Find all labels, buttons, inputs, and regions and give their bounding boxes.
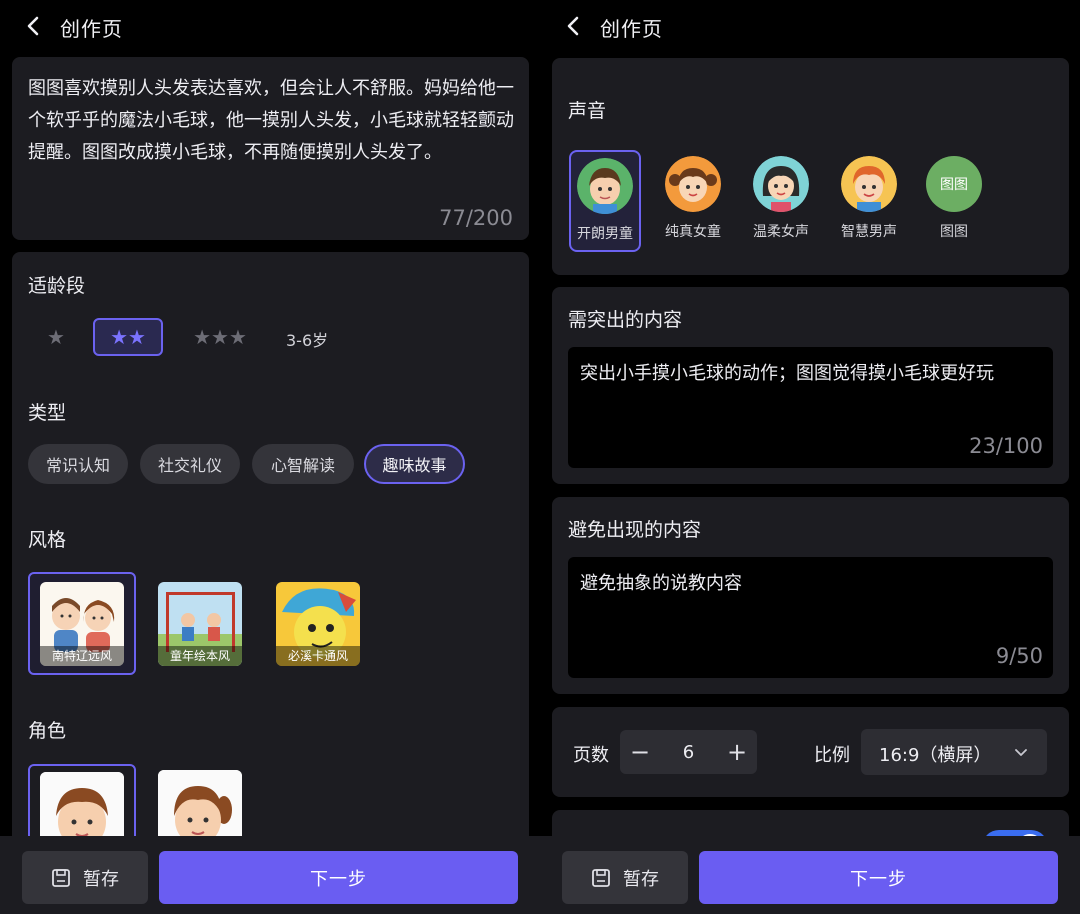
style-label: 必溪卡通风 <box>276 645 360 666</box>
next-step-button[interactable]: 下一步 <box>699 851 1058 904</box>
style-thumbnail: 童年绘本风 <box>158 581 242 666</box>
bottom-action-bar: 暂存 下一步 <box>0 836 540 914</box>
voice-option-innocent-girl[interactable]: 纯真女童 <box>657 150 729 252</box>
age-section-label: 适龄段 <box>28 275 86 297</box>
top-bar: 创作页 <box>540 0 1080 52</box>
pages-label: 页数 <box>573 745 609 766</box>
age-option-2-star[interactable]: ★★ <box>93 318 163 356</box>
voice-panel: 声音 开朗男童 纯真女童 温柔女声 智慧男声 图图 图图 <box>552 58 1069 275</box>
role-section-label: 角色 <box>28 720 67 742</box>
save-label: 暂存 <box>83 868 119 890</box>
voice-avatar-gentle-female <box>753 156 809 212</box>
voice-option-wise-male[interactable]: 智慧男声 <box>833 150 905 252</box>
save-draft-button[interactable]: 暂存 <box>22 851 148 904</box>
story-text: 图图喜欢摸别人头发表达喜欢，但会让人不舒服。妈妈给他一个软乎乎的魔法小毛球，他一… <box>28 78 514 163</box>
settings-panel: 适龄段 ★ ★★ ★★★ 3-6岁 类型 常识认知 社交礼仪 心智解读 趣味故事… <box>12 252 529 854</box>
type-chip-fun-story[interactable]: 趣味故事 <box>364 444 465 484</box>
type-chip-common-sense[interactable]: 常识认知 <box>28 444 128 484</box>
back-arrow-icon[interactable] <box>562 14 586 38</box>
focus-content-textarea[interactable]: 突出小手摸小毛球的动作；图图觉得摸小毛球更好玩 23/100 <box>568 347 1053 468</box>
focus-char-counter: 23/100 <box>969 434 1043 458</box>
style-section-label: 风格 <box>28 529 67 551</box>
voice-option-gentle-female[interactable]: 温柔女声 <box>745 150 817 252</box>
save-icon <box>52 868 70 887</box>
avoid-content-textarea[interactable]: 避免抽象的说教内容 9/50 <box>568 557 1053 678</box>
save-label: 暂存 <box>623 868 659 890</box>
left-screen: 创作页 图图喜欢摸别人头发表达喜欢，但会让人不舒服。妈妈给他一个软乎乎的魔法小毛… <box>0 0 540 914</box>
voice-name: 开朗男童 <box>577 226 633 242</box>
avoid-char-counter: 9/50 <box>995 644 1043 668</box>
style-thumbnail: 南特辽远风 <box>40 581 124 666</box>
pages-value[interactable]: 6 <box>660 742 717 763</box>
back-arrow-icon[interactable] <box>22 14 46 38</box>
page-title: 创作页 <box>60 17 123 41</box>
voice-avatar-tutu: 图图 <box>926 156 982 212</box>
story-textarea[interactable]: 图图喜欢摸别人头发表达喜欢，但会让人不舒服。妈妈给他一个软乎乎的魔法小毛球，他一… <box>12 57 529 240</box>
style-card-childhood-picturebook[interactable]: 童年绘本风 <box>146 572 254 675</box>
focus-content-panel: 需突出的内容 突出小手摸小毛球的动作；图图觉得摸小毛球更好玩 23/100 <box>552 287 1069 484</box>
age-range-text: 3-6岁 <box>286 331 329 350</box>
ratio-label: 比例 <box>814 745 850 766</box>
style-card-bixi-cartoon[interactable]: 必溪卡通风 <box>264 572 372 675</box>
next-step-button[interactable]: 下一步 <box>159 851 518 904</box>
bottom-action-bar: 暂存 下一步 <box>540 836 1080 914</box>
style-label: 南特辽远风 <box>40 645 124 666</box>
save-icon <box>592 868 610 887</box>
avoid-content-panel: 避免出现的内容 避免抽象的说教内容 9/50 <box>552 497 1069 694</box>
type-chip-social-etiquette[interactable]: 社交礼仪 <box>140 444 240 484</box>
age-option-1-star[interactable]: ★ <box>39 318 73 356</box>
voice-avatar-innocent-girl <box>665 156 721 212</box>
voice-option-cheerful-boy[interactable]: 开朗男童 <box>569 150 641 252</box>
right-screen: 创作页 声音 开朗男童 纯真女童 温柔女声 智慧男声 图图 图图 需突出的内容 … <box>540 0 1080 914</box>
style-label: 童年绘本风 <box>158 645 242 666</box>
voice-avatar-wise-male <box>841 156 897 212</box>
voice-option-tutu[interactable]: 图图 图图 <box>918 150 990 252</box>
voice-name: 智慧男声 <box>841 224 897 240</box>
focus-content-text: 突出小手摸小毛球的动作；图图觉得摸小毛球更好玩 <box>580 363 994 384</box>
ratio-value: 16:9（横屏） <box>879 745 992 766</box>
style-card-nante[interactable]: 南特辽远风 <box>28 572 136 675</box>
increment-button[interactable]: + <box>717 730 757 774</box>
style-thumbnail: 必溪卡通风 <box>276 581 360 666</box>
decrement-button[interactable]: − <box>620 730 660 774</box>
ratio-select[interactable]: 16:9（横屏） <box>861 729 1047 775</box>
avoid-content-text: 避免抽象的说教内容 <box>580 573 742 594</box>
type-section-label: 类型 <box>28 402 67 424</box>
voice-name: 纯真女童 <box>665 224 721 240</box>
pages-ratio-panel: 页数 − 6 + 比例 16:9（横屏） <box>552 707 1069 797</box>
voice-name: 温柔女声 <box>753 224 809 240</box>
type-chip-mind-reading[interactable]: 心智解读 <box>252 444 354 484</box>
chevron-down-icon <box>1015 749 1027 756</box>
voice-avatar-cheerful-boy <box>577 158 633 214</box>
pages-stepper: − 6 + <box>620 730 757 774</box>
page-title: 创作页 <box>600 17 663 41</box>
voice-name: 图图 <box>940 224 968 240</box>
voice-section-label: 声音 <box>568 100 607 122</box>
voice-avatar-text: 图图 <box>940 177 968 193</box>
story-char-counter: 77/200 <box>439 206 513 230</box>
top-bar: 创作页 <box>0 0 540 52</box>
age-option-3-star[interactable]: ★★★ <box>184 318 256 356</box>
avoid-section-label: 避免出现的内容 <box>568 519 702 541</box>
focus-section-label: 需突出的内容 <box>568 309 683 331</box>
save-draft-button[interactable]: 暂存 <box>562 851 688 904</box>
